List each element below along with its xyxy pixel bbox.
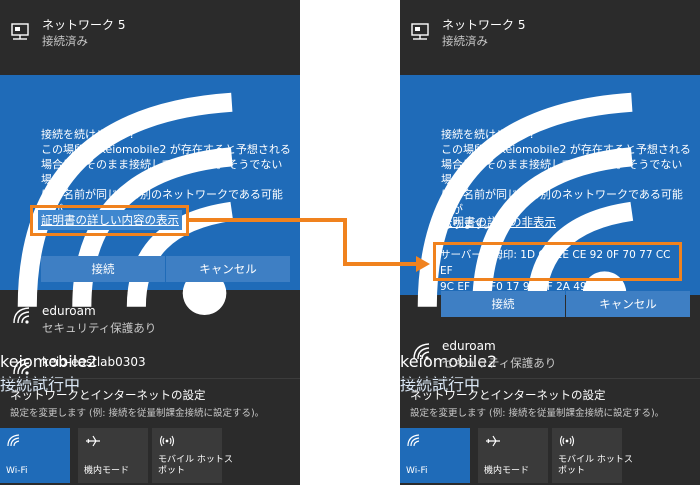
tile-label-line: モバイル ホットス — [558, 455, 633, 465]
hotspot-icon — [559, 435, 575, 447]
divider — [0, 378, 300, 379]
network-settings-link[interactable]: ネットワークとインターネットの設定 — [10, 387, 206, 403]
wifi-tile[interactable]: Wi-Fi — [400, 428, 470, 483]
network-settings-description: 設定を変更します (例: 接続を従量制課金接続に設定する)。 — [10, 408, 265, 419]
message-line: は、名前が同じでも別のネットワークである可能性が — [441, 188, 683, 216]
tile-label-line: ポット — [158, 466, 186, 476]
airplane-mode-tile[interactable]: 機内モード — [78, 428, 148, 483]
network-name: keio-eastlab0303 — [42, 355, 146, 369]
network-status: 接続済み — [42, 34, 88, 48]
wifi-tile[interactable]: Wi-Fi — [0, 428, 70, 483]
connect-button[interactable]: 接続 — [41, 256, 165, 282]
hide-certificate-details-link[interactable]: 証明書の詳細の非表示 — [441, 214, 556, 230]
tile-label: 機内モード — [484, 466, 530, 476]
tile-label: モバイル ホットス ポット — [558, 455, 633, 477]
ethernet-icon — [411, 23, 429, 40]
tile-label: Wi-Fi — [406, 466, 428, 476]
message-line: この場所に keiomobile2 が存在すると予想される — [441, 143, 691, 156]
network-item-keiomobile2: keiomobile2 接続試行中 接続を続けますか? この場所に keiomo… — [0, 75, 300, 394]
tile-label-line: ポット — [558, 466, 586, 476]
wifi-secured-icon — [13, 358, 30, 375]
network-item-keio-eastlab0303[interactable]: keio-eastlab0303 — [0, 345, 300, 375]
mobile-hotspot-tile[interactable]: モバイル ホットス ポット — [152, 428, 233, 483]
ethernet-icon — [11, 23, 29, 40]
network-name: eduroam — [442, 339, 496, 353]
connect-button[interactable]: 接続 — [441, 291, 565, 317]
tile-label: Wi-Fi — [6, 466, 28, 476]
network-name: ネットワーク 5 — [442, 18, 526, 32]
message-line: 場合は、そのまま接続してください。そうでない場合 — [441, 158, 683, 186]
network-item-network5[interactable]: ネットワーク 5 接続済み — [0, 0, 300, 60]
network-item-eduroam[interactable]: eduroam セキュリティ保護あり — [400, 330, 700, 375]
divider — [400, 378, 700, 379]
airplane-mode-tile[interactable]: 機内モード — [478, 428, 548, 483]
airplane-icon — [486, 435, 500, 447]
airplane-icon — [86, 435, 100, 447]
show-certificate-details-link[interactable]: 証明書の詳しい内容の表示 — [38, 210, 182, 230]
server-thumbprint: サーバーの拇印: 1D C9 1E CE 92 0F 70 77 CC EF 9… — [433, 242, 682, 293]
message-line: 接続を続けますか? — [441, 128, 535, 141]
network-flyout-after: ネットワーク 5 接続済み keiomobile2 接続試行中 接続を続けますか… — [400, 0, 700, 485]
tile-label: モバイル ホットス ポット — [158, 455, 233, 477]
hotspot-icon — [159, 435, 175, 447]
wifi-secured-icon — [13, 307, 30, 324]
network-status: 接続済み — [442, 34, 488, 48]
mobile-hotspot-tile[interactable]: モバイル ホットス ポット — [552, 428, 633, 483]
wifi-secured-icon — [413, 343, 430, 360]
network-status: セキュリティ保護あり — [442, 356, 557, 370]
message-line: 場合は、そのまま接続してください。そうでない場合 — [41, 158, 283, 186]
thumbprint-line: サーバーの拇印: 1D C9 1E CE 92 0F 70 77 CC EF — [440, 249, 671, 277]
network-item-network5[interactable]: ネットワーク 5 接続済み — [400, 0, 700, 60]
wifi-icon — [407, 434, 420, 447]
message-line: 接続を続けますか? — [41, 128, 135, 141]
tile-label-line: モバイル ホットス — [158, 455, 233, 465]
message-line: この場所に keiomobile2 が存在すると予想される — [41, 143, 291, 156]
network-status: セキュリティ保護あり — [42, 321, 157, 335]
wifi-icon — [7, 434, 20, 447]
network-flyout-before: ネットワーク 5 接続済み keiomobile2 接続試行中 接続を続けますか… — [0, 0, 300, 485]
tile-label: 機内モード — [84, 466, 130, 476]
network-name: eduroam — [42, 304, 96, 318]
network-settings-description: 設定を変更します (例: 接続を従量制課金接続に設定する)。 — [410, 408, 665, 419]
network-item-keiomobile2: keiomobile2 接続試行中 接続を続けますか? この場所に keiomo… — [400, 75, 700, 394]
cancel-button[interactable]: キャンセル — [566, 291, 690, 317]
cancel-button[interactable]: キャンセル — [166, 256, 290, 282]
network-settings-link[interactable]: ネットワークとインターネットの設定 — [410, 387, 606, 403]
network-name: ネットワーク 5 — [42, 18, 126, 32]
network-item-eduroam[interactable]: eduroam セキュリティ保護あり — [0, 290, 300, 340]
